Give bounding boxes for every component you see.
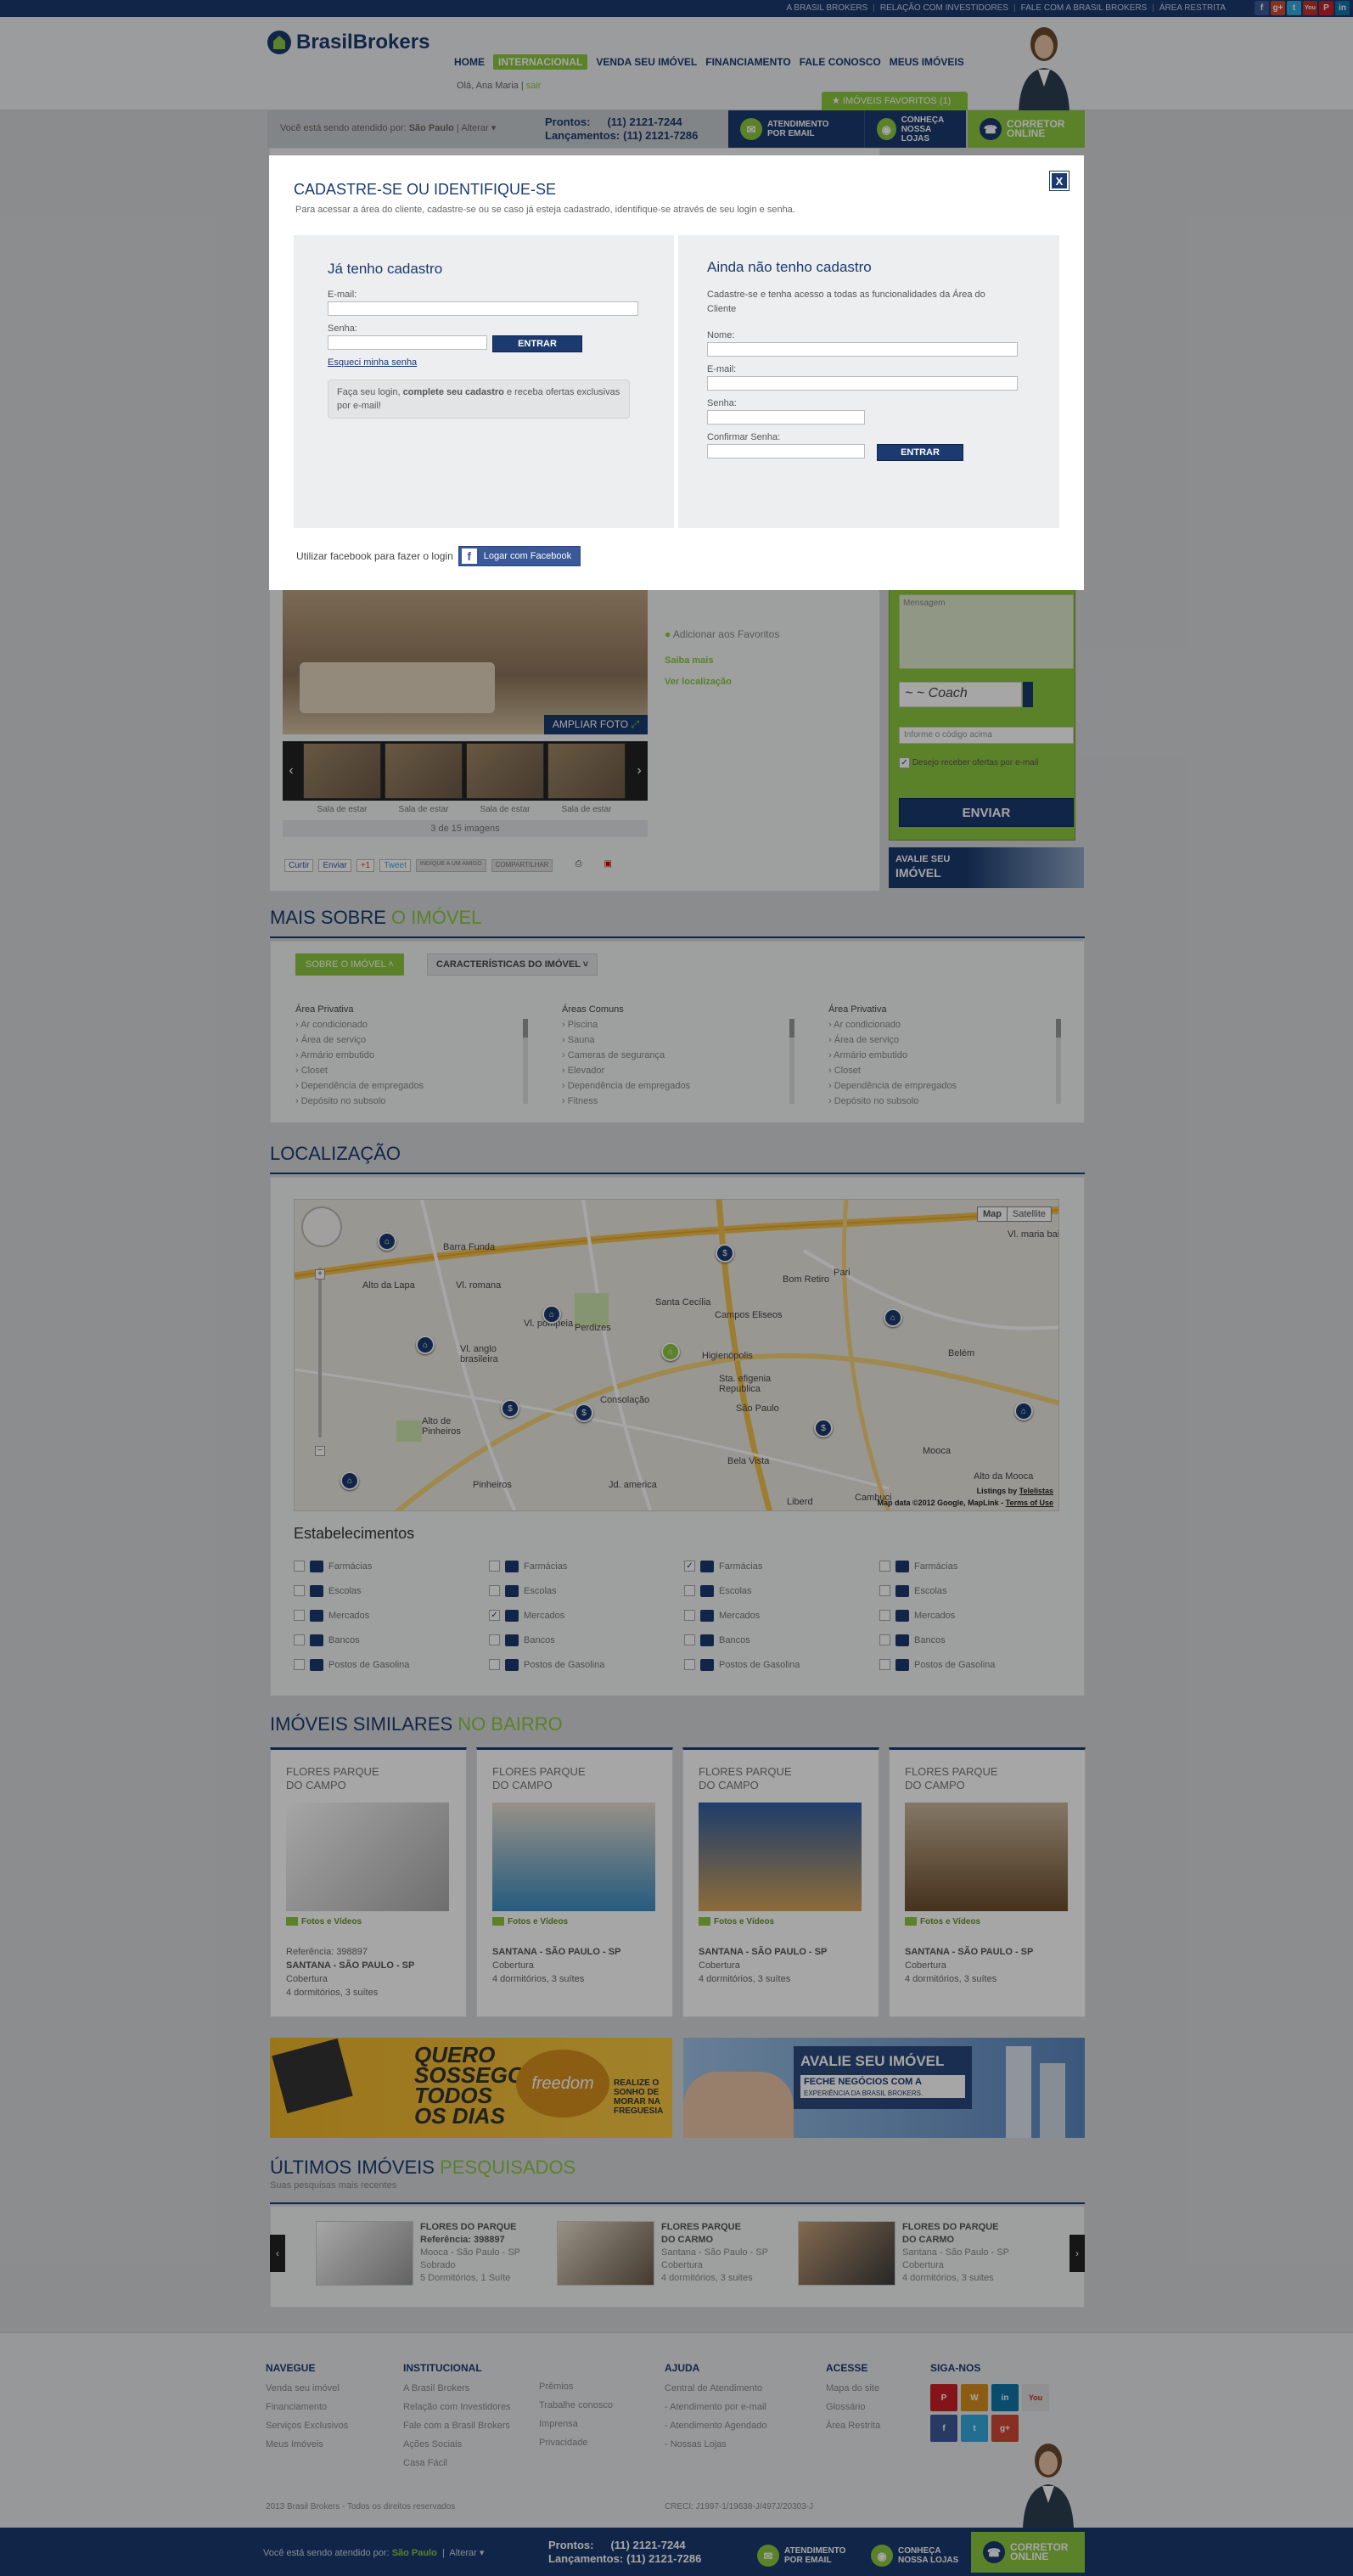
register-email-input[interactable] (707, 376, 1018, 391)
login-password-input[interactable] (328, 335, 487, 350)
login-email-input[interactable] (328, 301, 638, 316)
register-intro: Cadastre-se e tenha acesso a todas as fu… (707, 290, 985, 314)
facebook-login-button[interactable]: f Logar com Facebook (458, 546, 581, 566)
facebook-login-row: Utilizar facebook para fazer o login f L… (296, 546, 581, 566)
facebook-login-text: Utilizar facebook para fazer o login (296, 550, 453, 562)
close-icon[interactable]: X (1049, 171, 1069, 191)
facebook-button-label: Logar com Facebook (483, 551, 572, 561)
register-column: Ainda não tenho cadastro Cadastre-se e t… (678, 235, 1059, 528)
modal-title: CADASTRE-SE OU IDENTIFIQUE-SE (294, 181, 557, 198)
facebook-icon: f (461, 548, 477, 564)
note-bold: complete seu cadastro (402, 387, 504, 397)
login-email-label: E-mail: (328, 290, 357, 300)
login-password-label: Senha: (328, 323, 357, 334)
login-column: Já tenho cadastro E-mail: Senha: ENTRAR … (294, 235, 674, 528)
note-pre: Faça seu login, (337, 387, 401, 397)
register-confirm-input[interactable] (707, 444, 865, 458)
register-email-label: E-mail: (707, 364, 737, 374)
login-title: Já tenho cadastro (328, 261, 443, 277)
register-submit-button[interactable]: ENTRAR (877, 444, 963, 461)
login-modal: CADASTRE-SE OU IDENTIFIQUE-SE Para acess… (269, 155, 1084, 590)
register-confirm-label: Confirmar Senha: (707, 432, 781, 442)
login-submit-button[interactable]: ENTRAR (492, 335, 582, 352)
login-note: Faça seu login, complete seu cadastro e … (328, 380, 630, 419)
register-name-label: Nome: (707, 330, 735, 340)
modal-subtitle: Para acessar a área do cliente, cadastre… (295, 205, 795, 215)
register-name-input[interactable] (707, 342, 1018, 357)
register-password-label: Senha: (707, 398, 737, 408)
register-title: Ainda não tenho cadastro (707, 259, 872, 275)
register-password-input[interactable] (707, 410, 865, 425)
forgot-password-link[interactable]: Esqueci minha senha (328, 357, 640, 368)
